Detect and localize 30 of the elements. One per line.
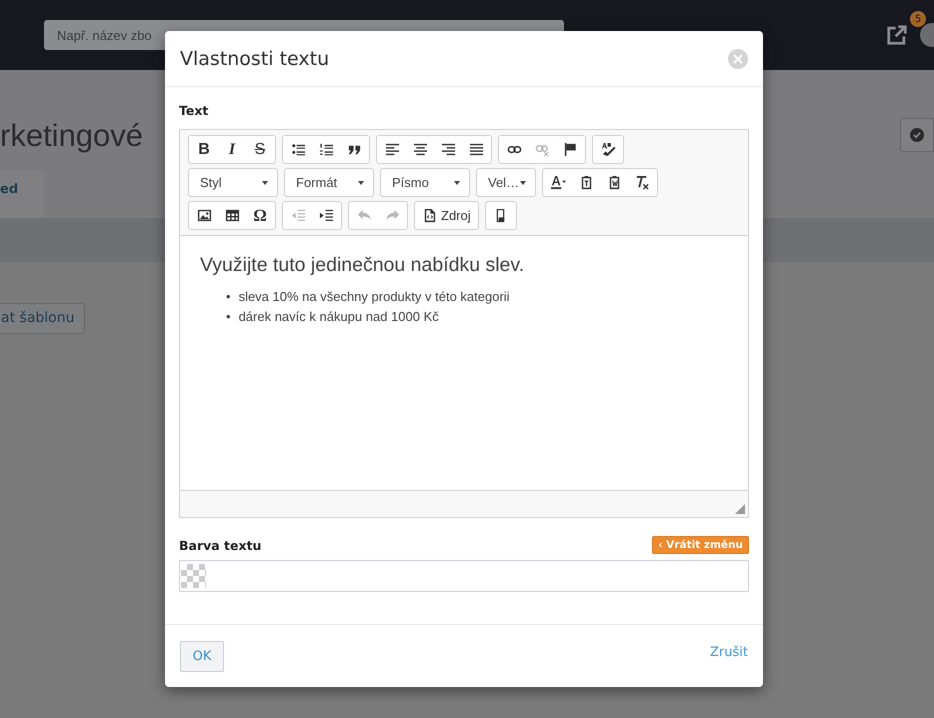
bold-button[interactable]: B — [190, 137, 218, 162]
format-dropdown[interactable]: Formát — [286, 170, 372, 195]
italic-button[interactable]: I — [218, 137, 246, 162]
caret-icon — [454, 180, 460, 184]
source-button[interactable]: Zdroj — [416, 203, 477, 228]
format-dropdown[interactable]: Vel… — [478, 170, 534, 195]
field-label: Text — [179, 103, 210, 118]
strike-button[interactable]: S — [246, 137, 274, 162]
transparent-swatch-icon — [181, 564, 206, 588]
confirm-button[interactable] — [900, 118, 934, 152]
content-heading: Využijte tuto jedinečnou nabídku slev. — [200, 254, 526, 277]
resize-grip-icon[interactable] — [735, 504, 745, 514]
page-title: rketingové — [0, 118, 144, 154]
list-item: dárek navíc k nákupu nad 1000 Kč — [238, 309, 439, 325]
source-icon — [422, 208, 437, 223]
list-item: sleva 10% na všechny produkty v této kategorii — [238, 289, 510, 305]
check-icon — [910, 128, 924, 142]
editor-content[interactable]: Využijte tuto jedinečnou nabídku slev. • sleva 10% na všechny produkty v této kategorii • dárek navíc k nákupu nad 1000 Kč — [180, 236, 748, 490]
bullet: • — [226, 289, 231, 305]
caret-icon — [262, 180, 268, 184]
external-link-icon[interactable] — [886, 24, 908, 46]
caret-icon — [358, 180, 364, 184]
dialog-title: Vlastnosti textu — [180, 48, 330, 70]
notification-badge: 5 — [910, 11, 926, 27]
format-dropdown[interactable]: Styl — [190, 170, 276, 195]
field-label: Barva textu — [179, 538, 262, 552]
bullet: • — [226, 309, 231, 325]
caret-icon — [520, 180, 526, 184]
format-dropdown[interactable]: Písmo — [382, 170, 468, 195]
color-field[interactable] — [179, 560, 749, 592]
